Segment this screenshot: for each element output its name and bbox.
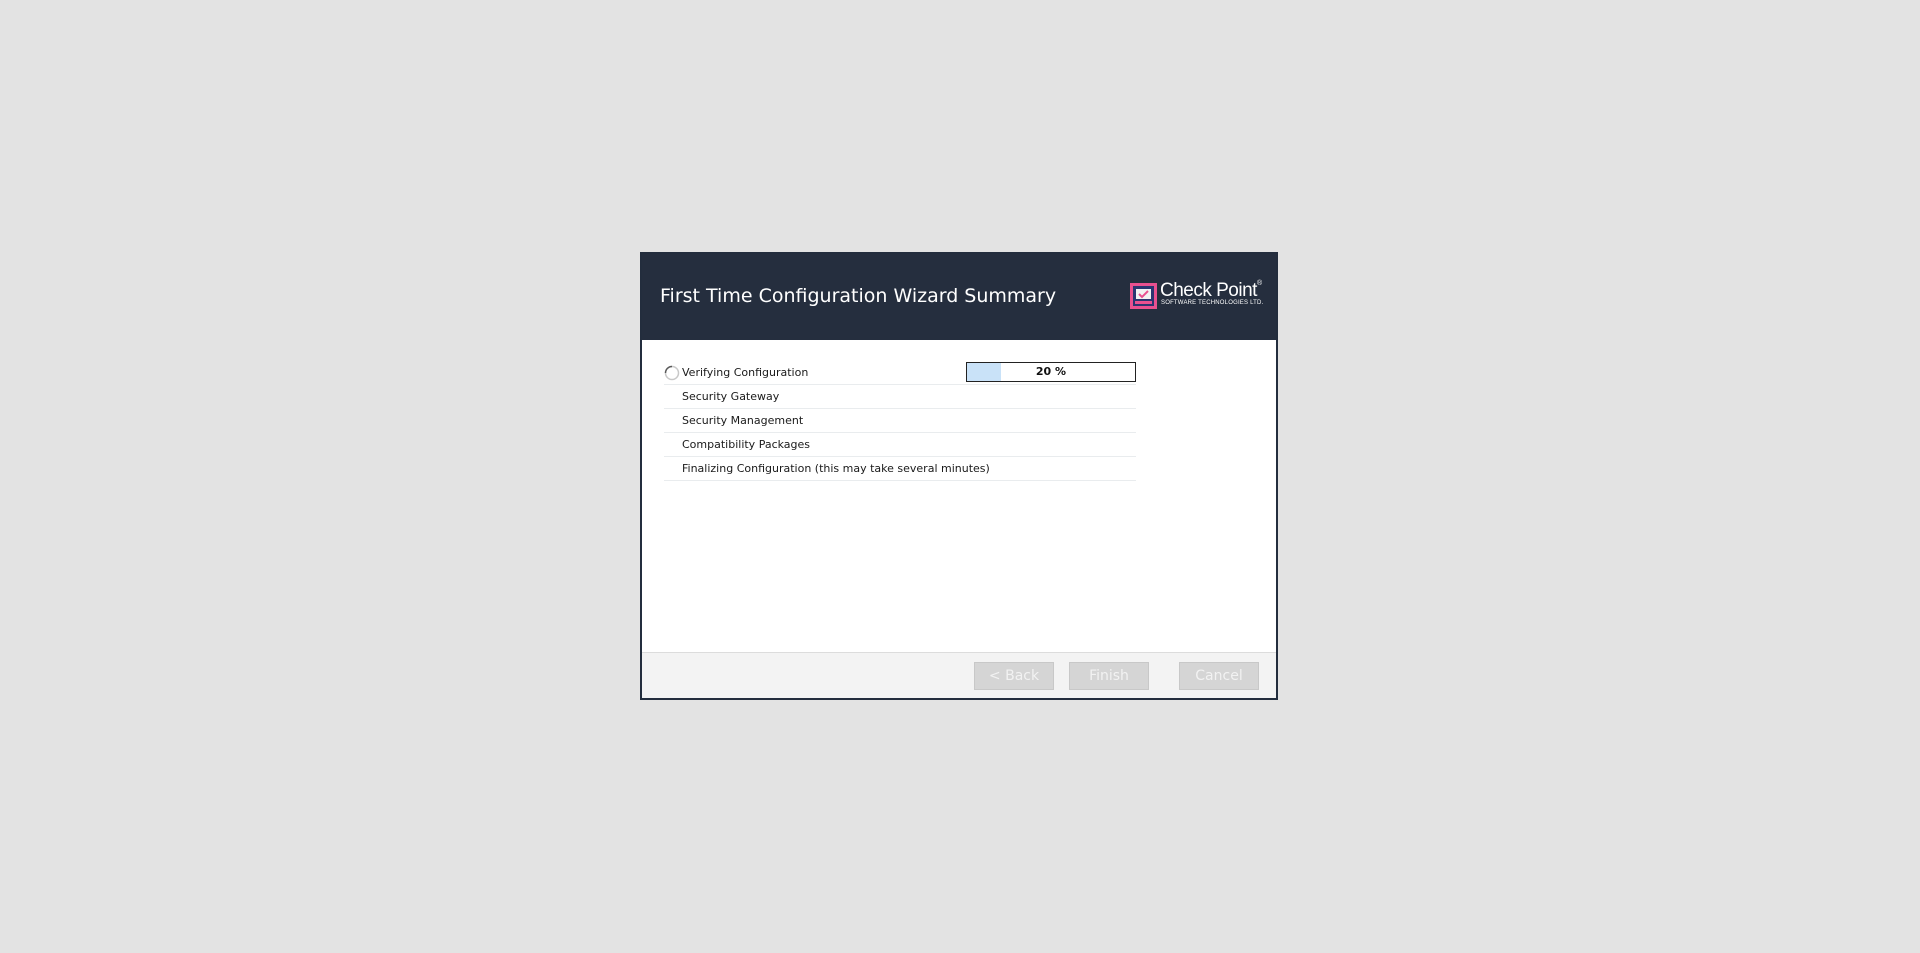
step-label: Security Gateway <box>682 390 780 403</box>
cancel-button[interactable]: Cancel <box>1179 662 1259 690</box>
step-label: Finalizing Configuration (this may take … <box>682 462 990 475</box>
logo-subtitle: SOFTWARE TECHNOLOGIES LTD. <box>1161 300 1264 306</box>
step-verifying-configuration: Verifying Configuration 20 % <box>664 362 1136 385</box>
dialog-header: First Time Configuration Wizard Summary … <box>642 254 1276 340</box>
step-label: Compatibility Packages <box>682 438 811 451</box>
logo-name: Check Point® <box>1160 280 1262 301</box>
wizard-dialog: First Time Configuration Wizard Summary … <box>640 252 1278 700</box>
step-security-gateway: Security Gateway <box>664 386 1136 409</box>
step-compatibility-packages: Compatibility Packages <box>664 434 1136 457</box>
step-label: Security Management <box>682 414 804 427</box>
configuration-steps: Verifying Configuration 20 % Security Ga… <box>664 362 1136 482</box>
progress-percent: 20 % <box>1035 365 1067 378</box>
step-finalizing-configuration: Finalizing Configuration (this may take … <box>664 458 1136 481</box>
back-button[interactable]: < Back <box>974 662 1054 690</box>
loading-spinner-icon <box>664 365 680 381</box>
progress-bar: 20 % <box>966 362 1136 382</box>
step-label: Verifying Configuration <box>682 366 809 379</box>
finish-button[interactable]: Finish <box>1069 662 1149 690</box>
dialog-footer: < Back Finish Cancel <box>642 652 1276 698</box>
dialog-title: First Time Configuration Wizard Summary <box>660 285 1057 307</box>
step-security-management: Security Management <box>664 410 1136 433</box>
check-point-logo: Check Point® SOFTWARE TECHNOLOGIES LTD. <box>1130 280 1264 311</box>
check-point-logo-icon <box>1130 283 1157 309</box>
